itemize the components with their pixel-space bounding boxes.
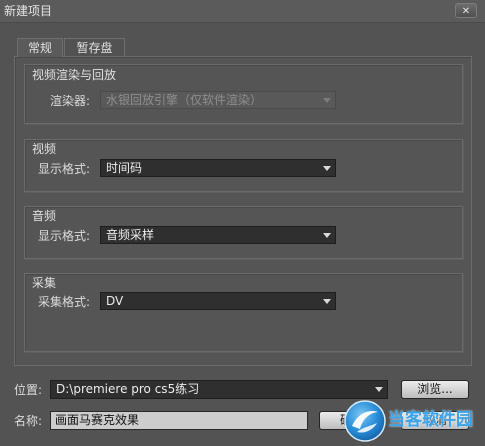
tab-general-label: 常规	[27, 41, 52, 55]
renderer-label: 渲染器:	[50, 94, 91, 108]
capture-group	[24, 273, 463, 352]
chevron-down-icon	[319, 293, 335, 309]
capture-format-dropdown[interactable]: DV	[100, 292, 336, 310]
tab-scratch-disks-label: 暂存盘	[76, 41, 113, 55]
chevron-down-icon	[371, 381, 387, 397]
site-logo-icon	[344, 400, 386, 442]
window-title: 新建项目	[4, 4, 53, 18]
audio-display-format-label: 显示格式:	[38, 229, 91, 243]
video-rendering-title: 视频渲染与回放	[32, 68, 117, 82]
renderer-dropdown: 水银回放引擎（仅软件渲染）	[100, 91, 336, 109]
capture-format-label: 采集格式:	[38, 295, 91, 309]
name-label: 名称:	[14, 414, 43, 428]
browse-button[interactable]: 浏览...	[401, 380, 469, 399]
audio-title: 音频	[32, 209, 57, 223]
renderer-value: 水银回放引擎（仅软件渲染）	[106, 93, 263, 107]
capture-format-value: DV	[106, 294, 124, 308]
close-button[interactable]: ✕	[455, 3, 477, 18]
browse-button-label: 浏览...	[417, 382, 453, 396]
tab-general[interactable]: 常规	[17, 38, 63, 57]
video-title: 视频	[32, 142, 57, 156]
video-display-format-dropdown[interactable]: 时间码	[100, 159, 336, 177]
watermark-text: 当客软件园	[388, 410, 473, 430]
video-display-format-label: 显示格式:	[38, 162, 91, 176]
title-bar[interactable]: 新建项目 ✕	[0, 0, 485, 23]
audio-display-format-value: 音频采样	[106, 228, 155, 242]
chevron-down-icon	[319, 227, 335, 243]
tab-scratch-disks[interactable]: 暂存盘	[64, 38, 125, 57]
close-icon: ✕	[461, 6, 471, 17]
site-watermark: 当客软件园	[343, 398, 483, 444]
location-dropdown[interactable]: D:\premiere pro cs5练习	[50, 380, 388, 399]
location-label: 位置:	[14, 383, 43, 397]
video-display-format-value: 时间码	[106, 161, 143, 175]
project-name-input[interactable]: 画面马赛克效果	[50, 411, 308, 430]
location-value: D:\premiere pro cs5练习	[56, 382, 200, 396]
audio-display-format-dropdown[interactable]: 音频采样	[100, 226, 336, 244]
new-project-dialog: 新建项目 ✕ 常规 暂存盘 视频渲染与回放 渲染器: 水银回放引擎（仅软件渲染）…	[0, 0, 485, 446]
capture-title: 采集	[32, 276, 57, 290]
chevron-down-icon	[319, 160, 335, 176]
chevron-down-icon	[319, 92, 335, 108]
